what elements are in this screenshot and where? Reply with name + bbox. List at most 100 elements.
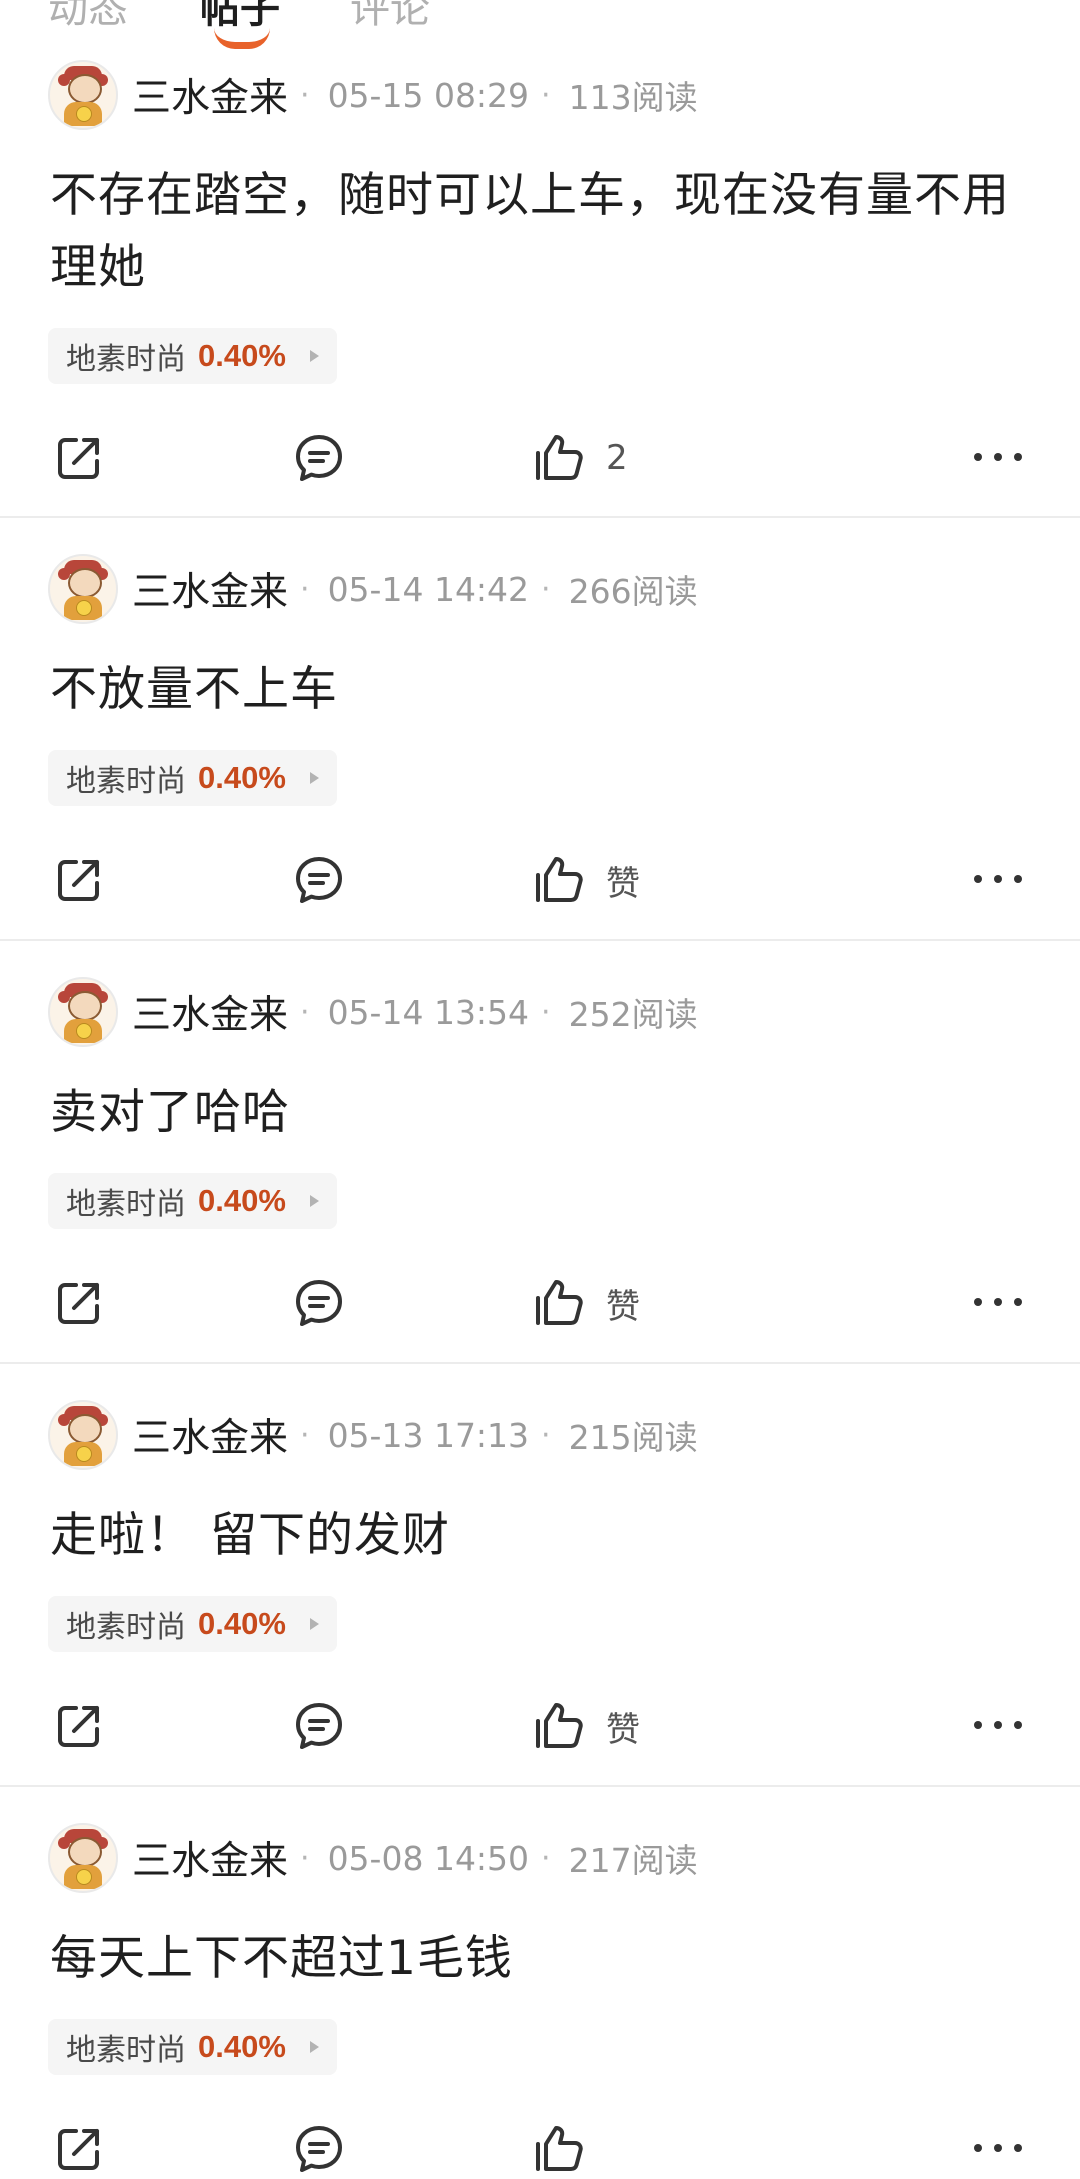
share-button[interactable]: [52, 1696, 126, 1756]
read-count: 215阅读: [568, 1418, 698, 1457]
more-icon: [974, 2144, 982, 2152]
more-icon: [974, 453, 982, 461]
read-count: 266阅读: [568, 572, 698, 611]
avatar[interactable]: [48, 1400, 118, 1470]
comment-icon: [296, 857, 342, 903]
post-text[interactable]: 不放量不上车: [50, 654, 1040, 726]
stock-tag[interactable]: 地素时尚 0.40%: [48, 1596, 337, 1652]
thumbs-up-icon: [536, 1703, 583, 1748]
separator-dot: ·: [300, 77, 310, 113]
share-button[interactable]: [52, 850, 126, 910]
more-button[interactable]: [974, 442, 1022, 472]
post-datetime: 05-13 17:13: [327, 1415, 530, 1455]
comment-button[interactable]: [292, 2119, 366, 2179]
comment-icon: [296, 1280, 342, 1326]
separator-dot: ·: [300, 1840, 310, 1876]
read-count: 217阅读: [568, 1841, 698, 1880]
post-actions: 2: [0, 428, 1080, 488]
post-text[interactable]: 不存在踏空，随时可以上车，现在没有量不用理她: [50, 160, 1040, 304]
share-icon: [58, 2129, 99, 2170]
more-icon: [974, 1721, 982, 1729]
stock-name: 地素时尚: [66, 764, 186, 799]
post-header: 三水金来 · 05-15 08:29 · 113阅读: [48, 60, 698, 130]
active-tab-indicator: [214, 28, 270, 49]
separator-dot: ·: [541, 1417, 551, 1453]
stock-change: 0.40%: [198, 1606, 286, 1641]
comment-icon: [296, 435, 342, 481]
post-actions: [0, 2119, 1080, 2179]
comment-button[interactable]: [292, 1696, 366, 1756]
separator-dot: ·: [300, 994, 310, 1030]
separator-dot: ·: [300, 1417, 310, 1453]
post-text[interactable]: 卖对了哈哈: [50, 1077, 1040, 1149]
post-actions: 赞: [0, 1273, 1080, 1333]
post-header: 三水金来 · 05-13 17:13 · 215阅读: [48, 1400, 698, 1470]
tab-comments[interactable]: 评论: [350, 0, 430, 34]
read-count: 252阅读: [568, 995, 698, 1034]
share-button[interactable]: [52, 2119, 126, 2179]
comment-button[interactable]: [292, 428, 366, 488]
separator-dot: ·: [541, 1840, 551, 1876]
stock-tag[interactable]: 地素时尚 0.40%: [48, 750, 337, 806]
like-button[interactable]: [532, 2119, 606, 2179]
comment-icon: [296, 2126, 342, 2172]
share-button[interactable]: [52, 1273, 126, 1333]
like-label: 赞: [606, 863, 640, 904]
post-actions: 赞: [0, 850, 1080, 910]
username[interactable]: 三水金来: [132, 1407, 288, 1463]
tab-dynamics[interactable]: 动态: [48, 0, 128, 34]
post-text[interactable]: 走啦！ 留下的发财: [50, 1500, 1040, 1572]
like-button[interactable]: 赞: [532, 1273, 640, 1333]
play-arrow-icon: [309, 1618, 319, 1630]
share-icon: [58, 438, 99, 479]
separator-dot: ·: [541, 571, 551, 607]
post-divider: [0, 939, 1080, 941]
avatar[interactable]: [48, 977, 118, 1047]
stock-name: 地素时尚: [66, 1187, 186, 1222]
more-button[interactable]: [974, 1287, 1022, 1317]
share-icon: [58, 860, 99, 901]
more-icon: [974, 1298, 982, 1306]
post-actions: 赞: [0, 1696, 1080, 1756]
comment-button[interactable]: [292, 1273, 366, 1333]
username[interactable]: 三水金来: [132, 67, 288, 123]
post-header: 三水金来 · 05-14 13:54 · 252阅读: [48, 977, 698, 1047]
post-header: 三水金来 · 05-14 14:42 · 266阅读: [48, 554, 698, 624]
stock-change: 0.40%: [198, 760, 286, 795]
like-label: 赞: [606, 1286, 640, 1327]
thumbs-up-icon: [536, 1280, 583, 1325]
post-datetime: 05-15 08:29: [327, 75, 530, 115]
separator-dot: ·: [541, 994, 551, 1030]
like-button[interactable]: 赞: [532, 850, 640, 910]
like-button[interactable]: 2: [532, 428, 628, 488]
post-divider: [0, 516, 1080, 518]
post-text[interactable]: 每天上下不超过1毛钱: [50, 1923, 1040, 1995]
more-button[interactable]: [974, 2133, 1022, 2163]
share-button[interactable]: [52, 428, 126, 488]
thumbs-up-icon: [536, 857, 583, 902]
thumbs-up-icon: [536, 2126, 583, 2171]
username[interactable]: 三水金来: [132, 561, 288, 617]
like-button[interactable]: 赞: [532, 1696, 640, 1756]
stock-tag[interactable]: 地素时尚 0.40%: [48, 2019, 337, 2075]
read-count: 113阅读: [568, 78, 698, 117]
stock-tag[interactable]: 地素时尚 0.40%: [48, 1173, 337, 1229]
like-label: 赞: [606, 1709, 640, 1750]
play-arrow-icon: [309, 350, 319, 362]
stock-name: 地素时尚: [66, 342, 186, 377]
share-icon: [58, 1283, 99, 1324]
tab-bar: 动态 帖子 评论: [0, 0, 1080, 49]
post-divider: [0, 1785, 1080, 1787]
username[interactable]: 三水金来: [132, 984, 288, 1040]
avatar[interactable]: [48, 1823, 118, 1893]
play-arrow-icon: [309, 1195, 319, 1207]
avatar[interactable]: [48, 60, 118, 130]
post-datetime: 05-14 13:54: [327, 992, 530, 1032]
more-button[interactable]: [974, 1710, 1022, 1740]
avatar[interactable]: [48, 554, 118, 624]
post-divider: [0, 1362, 1080, 1364]
stock-tag[interactable]: 地素时尚 0.40%: [48, 328, 337, 384]
comment-button[interactable]: [292, 850, 366, 910]
username[interactable]: 三水金来: [132, 1830, 288, 1886]
more-button[interactable]: [974, 864, 1022, 894]
